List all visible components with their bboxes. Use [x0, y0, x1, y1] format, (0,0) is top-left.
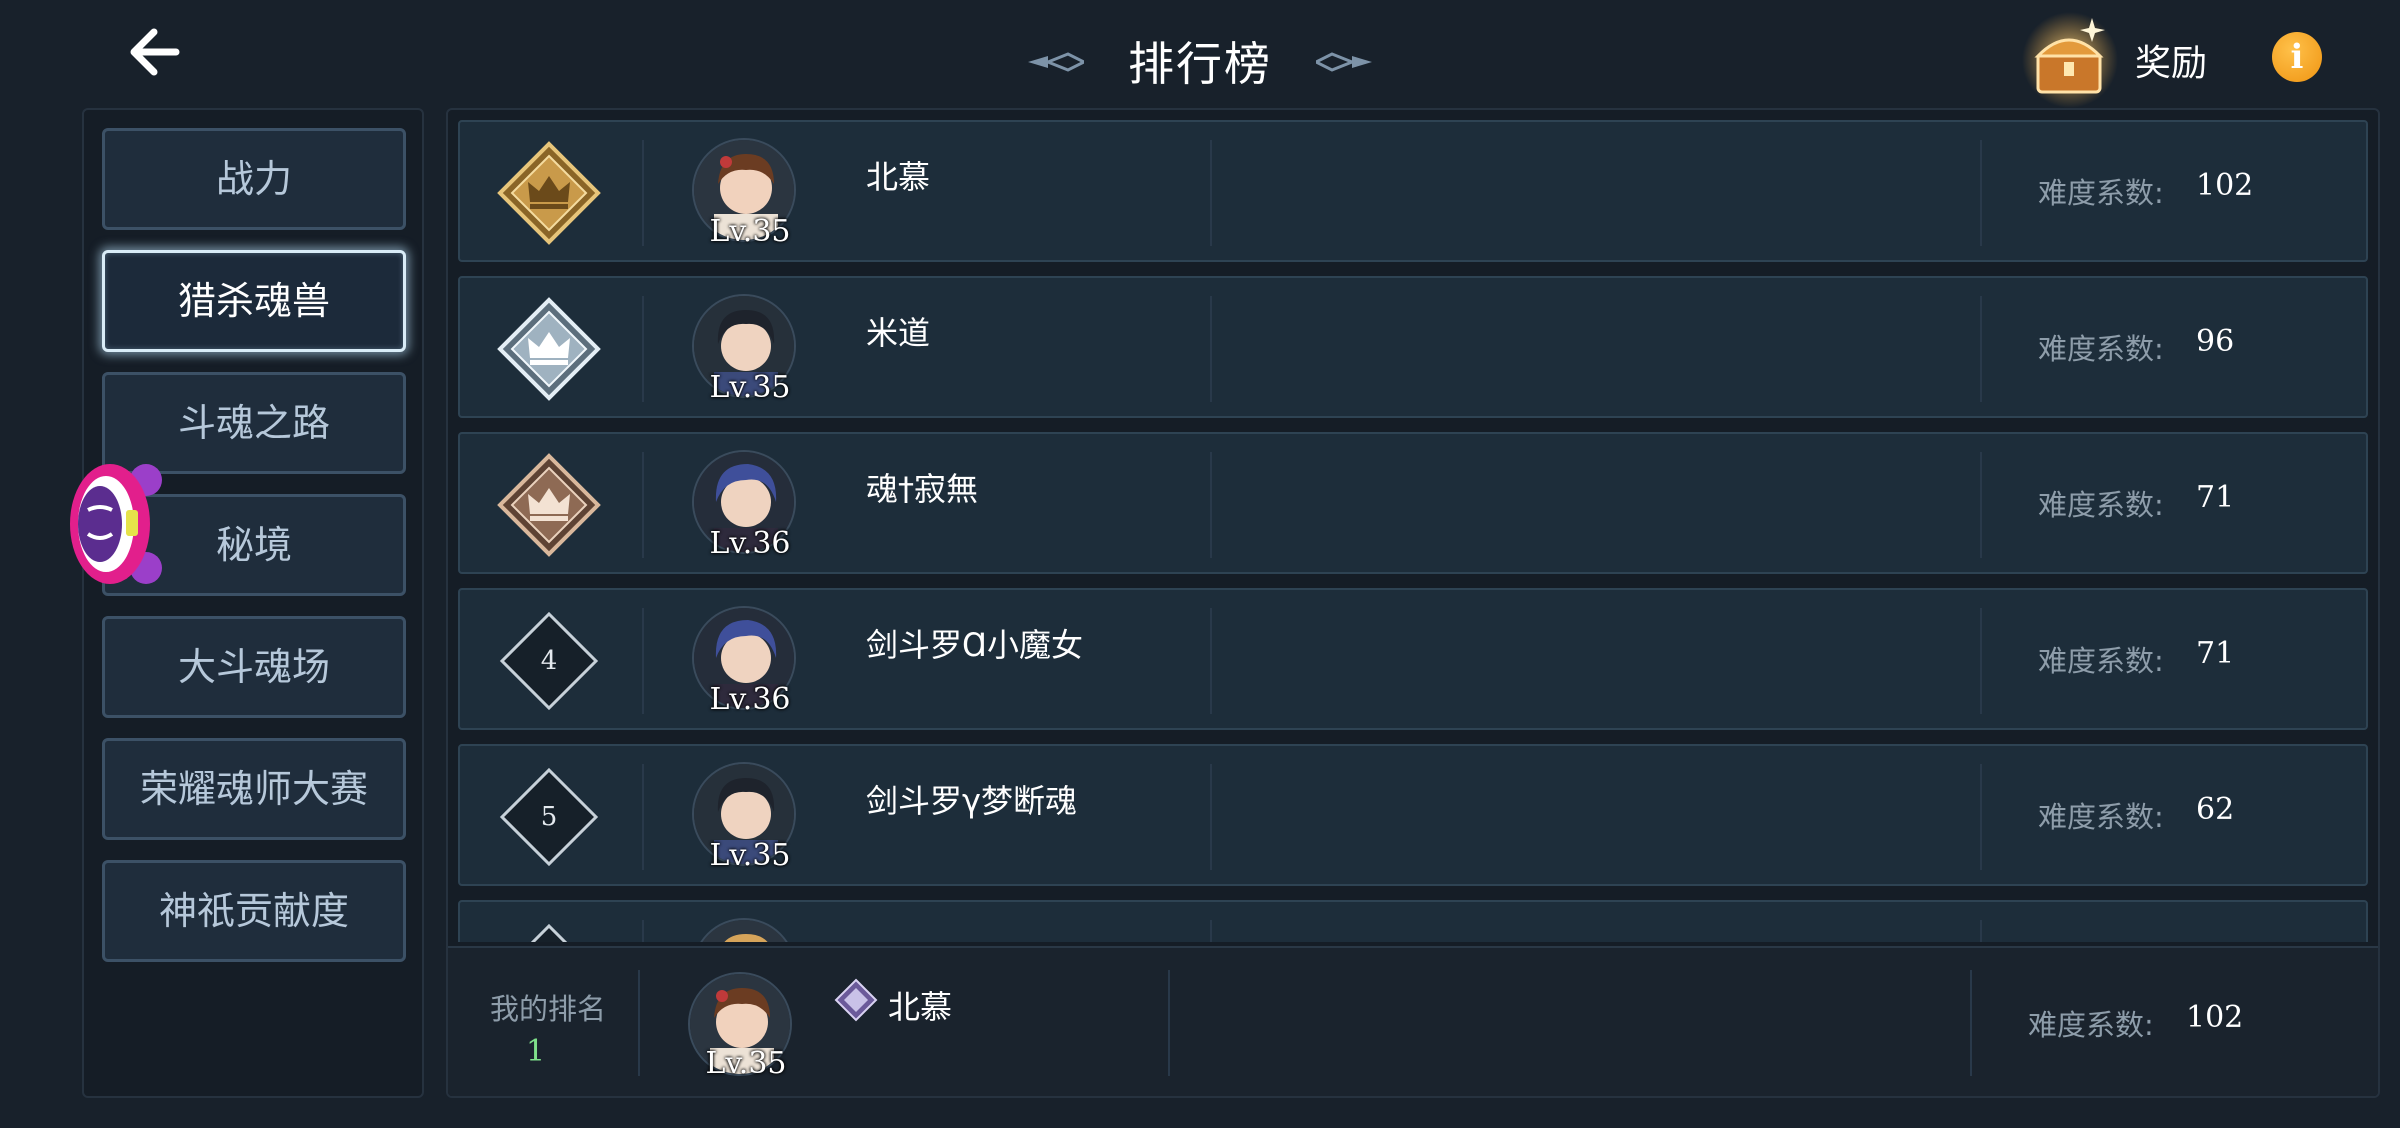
reward-label: 奖励: [2135, 43, 2208, 84]
treasure-chest-icon: [2022, 12, 2118, 108]
row-divider: [1210, 608, 1212, 714]
difficulty-label: 难度系数:: [2038, 332, 2164, 366]
my-difficulty-label: 难度系数:: [2028, 1008, 2154, 1042]
player-level: Lv.35: [709, 370, 791, 405]
page-title-group: 排行榜: [1020, 22, 1380, 92]
row-divider: [1210, 140, 1212, 246]
row-divider: [638, 970, 640, 1076]
row-divider: [1210, 452, 1212, 558]
difficulty-value: 62: [2196, 792, 2235, 827]
difficulty-label: 难度系数:: [2038, 488, 2164, 522]
rank-number-badge: 5: [498, 766, 600, 868]
category-sidebar: 战力 猎杀魂兽 斗魂之路 秘境 大斗魂场 荣耀魂师大赛 神祇贡献度: [82, 108, 424, 1098]
row-divider: [1980, 296, 1982, 402]
row-divider: [1980, 608, 1982, 714]
row-divider: [1980, 140, 1982, 246]
top-bar: 排行榜 奖励 i: [0, 0, 2400, 110]
bronze-crown-icon: [497, 453, 601, 557]
tab-combat-power[interactable]: 战力: [102, 128, 406, 230]
row-divider: [1970, 970, 1972, 1076]
difficulty-label: 难度系数:: [2038, 176, 2164, 210]
row-divider: [1980, 764, 1982, 870]
difficulty-value: 71: [2196, 480, 2235, 515]
row-divider: [1210, 920, 1212, 942]
my-level: Lv.35: [705, 1046, 787, 1081]
title-ornament-right-icon: [1316, 52, 1372, 72]
ranking-row[interactable]: Lv.35 北慕 难度系数: 102: [458, 120, 2368, 262]
player-level: Lv.35: [709, 838, 791, 873]
info-button[interactable]: i: [2272, 32, 2322, 82]
row-divider: [642, 296, 644, 402]
gold-crown-icon: [497, 141, 601, 245]
ranking-row[interactable]: Lv.36 魂†寂無 难度系数: 71: [458, 432, 2368, 574]
rank-number: 4: [540, 646, 558, 676]
player-name: 米道: [866, 314, 931, 352]
rank-number: 5: [540, 802, 558, 832]
row-divider: [642, 452, 644, 558]
number-diamond-icon: [530, 923, 568, 942]
row-divider: [642, 764, 644, 870]
rank-number-badge: [498, 922, 600, 942]
difficulty-value: 71: [2196, 636, 2235, 671]
row-divider: [1168, 970, 1170, 1076]
player-level: Lv.36: [709, 526, 791, 561]
row-divider: [1210, 296, 1212, 402]
ranking-row[interactable]: Lv.35 米道 难度系数: 96: [458, 276, 2368, 418]
player-name: 剑斗罗Ɑ小魔女: [866, 626, 1084, 664]
my-rank-value: 1: [526, 1034, 546, 1069]
ranking-row[interactable]: [458, 900, 2368, 942]
ranking-panel: Lv.35 北慕 难度系数: 102 Lv.35 米道 难度系数: 96 Lv.…: [446, 108, 2380, 1098]
rank-tier-diamond-icon: [834, 978, 878, 1022]
arrow-left-icon: [130, 28, 180, 76]
avatar: [692, 918, 796, 942]
row-divider: [1980, 452, 1982, 558]
reward-button[interactable]: 奖励: [2020, 10, 2250, 110]
difficulty-value: 102: [2196, 168, 2254, 203]
my-rank-bar: 我的排名 1 Lv.35 北慕 难度系数: 102: [448, 946, 2378, 1096]
difficulty-label: 难度系数:: [2038, 644, 2164, 678]
row-divider: [1210, 764, 1212, 870]
player-level: Lv.35: [709, 214, 791, 249]
player-name: 魂†寂無: [866, 470, 979, 508]
my-name: 北慕: [888, 988, 953, 1026]
ranking-list[interactable]: Lv.35 北慕 难度系数: 102 Lv.35 米道 难度系数: 96 Lv.…: [448, 110, 2378, 942]
back-button[interactable]: [120, 18, 200, 88]
floating-mascot-icon[interactable]: [66, 458, 166, 590]
ranking-row[interactable]: 5 Lv.35 剑斗罗γ梦断魂 难度系数: 62: [458, 744, 2368, 886]
tab-glory-tournament[interactable]: 荣耀魂师大赛: [102, 738, 406, 840]
silver-crown-icon: [497, 297, 601, 401]
player-name: 剑斗罗γ梦断魂: [866, 782, 1077, 820]
my-rank-label: 我的排名: [490, 992, 607, 1026]
difficulty-label: 难度系数:: [2038, 800, 2164, 834]
tab-deity-contribution[interactable]: 神祇贡献度: [102, 860, 406, 962]
rank-number-badge: 4: [498, 610, 600, 712]
player-level: Lv.36: [709, 682, 791, 717]
tab-grand-arena[interactable]: 大斗魂场: [102, 616, 406, 718]
difficulty-value: 96: [2196, 324, 2235, 359]
my-difficulty-value: 102: [2186, 1000, 2244, 1035]
row-divider: [1980, 920, 1982, 942]
row-divider: [642, 140, 644, 246]
row-divider: [642, 920, 644, 942]
player-name: 北慕: [866, 158, 931, 196]
row-divider: [642, 608, 644, 714]
ranking-row[interactable]: 4 Lv.36 剑斗罗Ɑ小魔女 难度系数: 71: [458, 588, 2368, 730]
tab-hunt-soul-beasts[interactable]: 猎杀魂兽: [102, 250, 406, 352]
